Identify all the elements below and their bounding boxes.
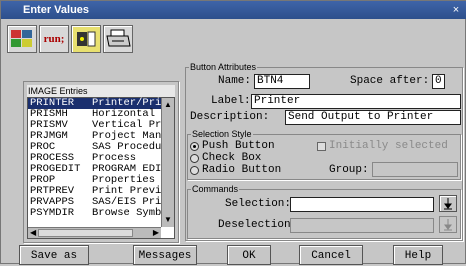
label-field[interactable]: Printer [251,94,461,109]
radio-button-radio[interactable] [190,166,199,175]
commands-title-text: Commands [192,184,239,194]
name-field[interactable]: BTN4 [254,74,310,89]
scroll-right-icon[interactable]: ▶ [153,228,159,237]
initially-selected-checkbox[interactable] [317,142,326,151]
name-label: Name: [218,75,252,87]
space-after-field[interactable]: 0 [432,74,445,89]
selection-label: Selection: [225,198,292,210]
selection-style-title: Selection Style [191,129,253,139]
list-item[interactable]: PSYMDIR Browse Symb [28,208,174,219]
keys-icon[interactable] [71,25,101,53]
image-entries-title: IMAGE Entries [27,85,175,97]
deselection-field [290,218,434,233]
save-as-button[interactable]: Save as [19,245,89,265]
ok-button[interactable]: OK [227,245,271,265]
entry-description: Browse Symb [92,207,162,219]
initially-selected-label: Initially selected [329,140,448,152]
group-field [372,162,458,177]
scroll-down-icon[interactable]: ▼ [163,215,173,225]
deselection-browse-button [439,216,457,233]
check-box-label[interactable]: Check Box [202,152,261,164]
scroll-left-icon[interactable]: ◀ [30,228,36,237]
image-entries-list[interactable]: PRINTER Printer/Pri PRISMH Horizontal PRISMV… [27,97,175,239]
arrow-down-icon [444,219,452,231]
radio-button-label[interactable]: Radio Button [202,164,281,176]
space-after-label: Space after: [350,75,430,87]
entry-name: PSYMDIR [30,207,75,219]
commands-title: Commands [191,184,240,194]
push-button-radio[interactable] [190,142,199,151]
push-button-label[interactable]: Push Button [202,140,275,152]
deselection-label: Deselection: [218,219,298,231]
window-title: Enter Values [1,1,466,19]
description-label: Description: [190,111,270,123]
check-box-radio[interactable] [190,154,199,163]
run-icon[interactable]: run; [39,25,69,53]
selection-field[interactable] [290,197,434,212]
selection-browse-button[interactable] [439,195,457,212]
description-field[interactable]: Send Output to Printer [285,110,461,125]
cancel-button[interactable]: Cancel [299,245,363,265]
arrow-down-icon [444,198,452,210]
label-label: Label: [211,95,251,107]
printer-icon[interactable] [103,25,133,53]
messages-button[interactable]: Messages [133,245,197,265]
enter-values-window: Enter Values × run; IMAGE Entries PRINTE… [0,0,466,265]
scroll-up-icon[interactable]: ▲ [163,100,173,110]
list-scrollbar[interactable]: ▲ ▼ [161,98,174,227]
help-button[interactable]: Help [393,245,443,265]
hscroll-thumb[interactable] [38,229,133,237]
close-icon[interactable]: × [450,4,462,16]
attributes-title: Button Attributes [189,62,258,72]
image-catalog-icon[interactable] [7,25,37,53]
group-label: Group: [329,164,369,176]
list-hscrollbar[interactable]: ◀ ▶ [28,227,161,238]
